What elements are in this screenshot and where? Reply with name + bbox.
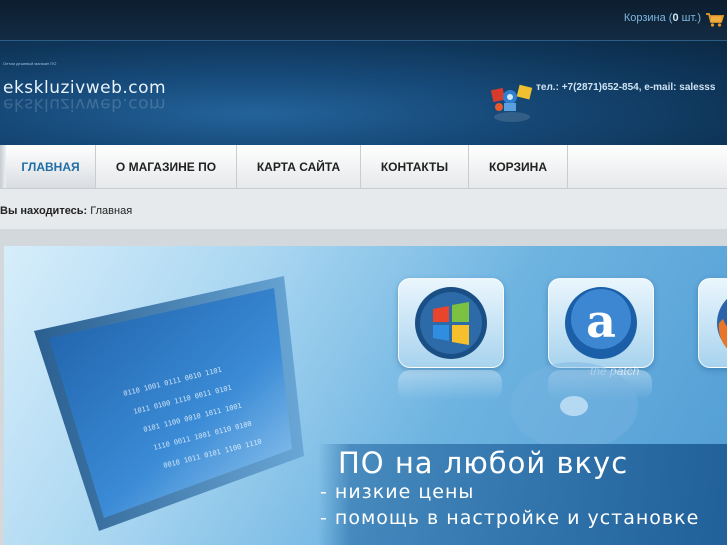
promo-banner[interactable]: 0110 1001 0111 0010 1101 1011 0100 1110 … xyxy=(4,246,727,545)
cart-link[interactable]: Корзина (0 шт.) xyxy=(624,12,701,24)
nav-item-home[interactable]: ГЛАВНАЯ xyxy=(6,145,96,188)
windows-tile[interactable] xyxy=(398,278,504,368)
top-bar: Корзина (0 шт.) xyxy=(0,0,727,40)
breadcrumb-current: Главная xyxy=(90,205,133,217)
banner-slogan-title: ПО на любой вкус xyxy=(338,446,629,480)
header-contacts: тел.: +7(2871)652-854, e-mail: salesss xyxy=(536,82,716,93)
site-header: Оптом дешевый магазин ПО ekskluzivweb.co… xyxy=(0,40,727,145)
nav-item-sitemap[interactable]: КАРТА САЙТА xyxy=(237,145,361,188)
banner-slogan-line-1: - низкие цены xyxy=(320,481,475,503)
software-boxes-icon xyxy=(490,84,533,122)
site-logo-reflection: ekskluzivweb.com xyxy=(3,94,167,114)
windows-icon xyxy=(415,287,487,359)
site-tagline: Оптом дешевый магазин ПО xyxy=(3,61,57,66)
disc-icon xyxy=(510,362,638,450)
breadcrumb: Вы находитесь: Главная xyxy=(0,205,132,217)
svg-text:a: a xyxy=(586,294,616,348)
main-nav: ГЛАВНАЯ О МАГАЗИНЕ ПО КАРТА САЙТА КОНТАК… xyxy=(0,145,727,189)
nav-item-contacts[interactable]: КОНТАКТЫ xyxy=(361,145,469,188)
cart-icon[interactable] xyxy=(705,12,725,28)
firefox-tile[interactable] xyxy=(698,278,727,368)
cart-suffix: шт.) xyxy=(678,12,701,24)
windows-tile-reflection xyxy=(398,370,502,400)
banner-slogan-line-2: - помощь в настройке и установке xyxy=(320,507,700,529)
avast-tile[interactable]: a xyxy=(548,278,654,368)
nav-item-about[interactable]: О МАГАЗИНЕ ПО xyxy=(96,145,237,188)
monitor-illustration: 0110 1001 0111 0010 1101 1011 0100 1110 … xyxy=(34,276,304,531)
breadcrumb-prefix: Вы находитесь: xyxy=(0,205,88,217)
avast-icon: a xyxy=(565,287,637,359)
firefox-icon xyxy=(717,298,727,349)
cart-prefix: Корзина ( xyxy=(623,12,673,24)
nav-item-cart[interactable]: КОРЗИНА xyxy=(469,145,568,188)
